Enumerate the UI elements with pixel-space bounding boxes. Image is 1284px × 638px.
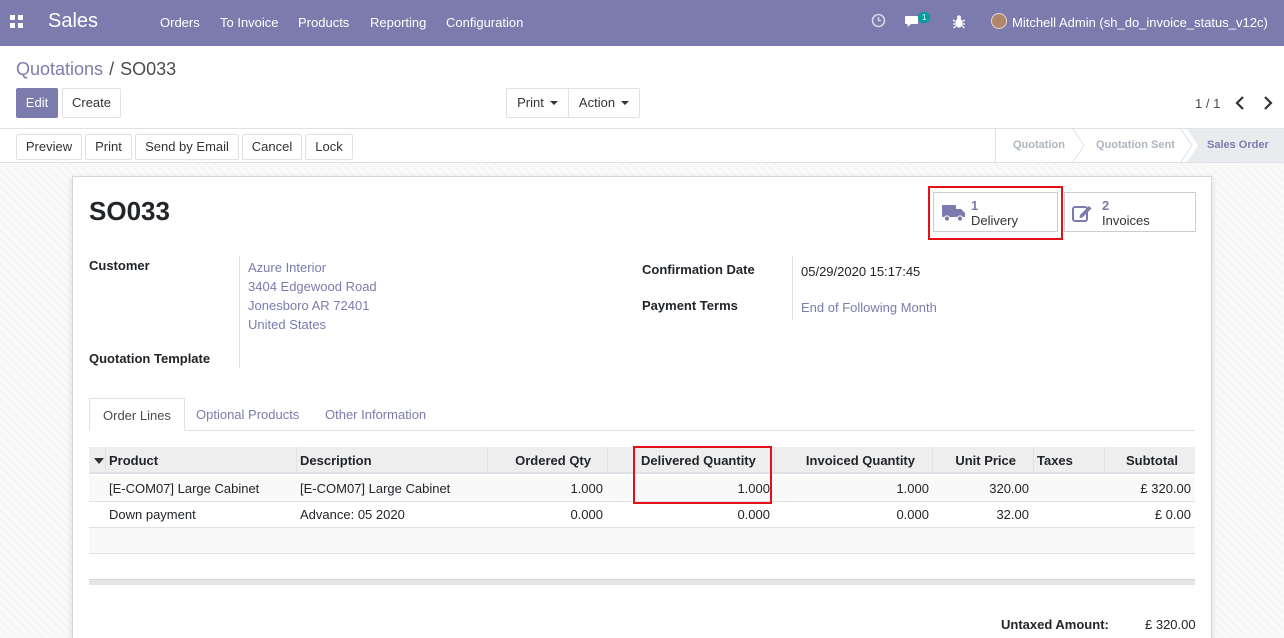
col-subtotal[interactable]: Subtotal xyxy=(1104,447,1178,474)
invoices-smart-button[interactable]: 2 Invoices xyxy=(1064,192,1196,232)
invoices-label: Invoices xyxy=(1102,213,1150,228)
column-separator xyxy=(296,447,297,474)
customer-city[interactable]: Jonesboro AR 72401 xyxy=(248,298,369,313)
confirmation-date-value: 05/29/2020 15:17:45 xyxy=(801,264,921,279)
menu-orders[interactable]: Orders xyxy=(160,15,200,30)
col-taxes[interactable]: Taxes xyxy=(1037,447,1073,474)
cell-delivered-qty: 0.000 xyxy=(737,507,770,522)
chevron-left-icon[interactable] xyxy=(1235,96,1245,110)
table-footer xyxy=(89,579,1195,585)
payment-terms-link[interactable]: End of Following Month xyxy=(801,300,937,315)
field-divider xyxy=(792,256,793,320)
col-product[interactable]: Product xyxy=(109,447,158,474)
bug-icon[interactable] xyxy=(952,14,966,29)
table-row[interactable]: Down payment Advance: 05 2020 0.000 0.00… xyxy=(89,502,1195,528)
cell-description: [E-COM07] Large Cabinet xyxy=(300,481,451,496)
cell-description: Advance: 05 2020 xyxy=(300,507,405,522)
menu-reporting[interactable]: Reporting xyxy=(370,15,426,30)
tab-optional-products[interactable]: Optional Products xyxy=(183,398,312,431)
cell-product: [E-COM07] Large Cabinet xyxy=(109,481,260,496)
cell-product: Down payment xyxy=(109,507,196,522)
status-bar: Preview Print Send by Email Cancel Lock … xyxy=(0,128,1284,163)
send-by-email-button[interactable]: Send by Email xyxy=(135,134,239,160)
table-row-empty xyxy=(89,528,1195,554)
message-count-badge: 1 xyxy=(918,12,931,23)
breadcrumb-separator: / xyxy=(109,59,115,79)
order-title: SO033 xyxy=(89,196,170,226)
apps-icon[interactable] xyxy=(10,15,23,28)
col-description[interactable]: Description xyxy=(300,447,372,474)
cell-ordered-qty: 0.000 xyxy=(570,507,603,522)
cell-unit-price: 320.00 xyxy=(989,481,1029,496)
confirmation-date-label: Confirmation Date xyxy=(642,262,755,277)
customer-country[interactable]: United States xyxy=(248,317,326,332)
pager-value[interactable]: 1 / 1 xyxy=(1195,96,1220,111)
chevron-right-icon[interactable] xyxy=(1263,96,1273,110)
col-unit-price[interactable]: Unit Price xyxy=(932,447,1016,474)
clock-icon[interactable] xyxy=(871,13,886,28)
edit-button[interactable]: Edit xyxy=(16,88,58,118)
user-menu[interactable]: Mitchell Admin (sh_do_invoice_status_v12… xyxy=(1012,15,1268,30)
top-navbar: Sales Orders To Invoice Products Reporti… xyxy=(0,0,1284,46)
print-dropdown[interactable]: Print xyxy=(506,88,569,118)
breadcrumb-quotations[interactable]: Quotations xyxy=(16,59,103,79)
avatar[interactable] xyxy=(991,13,1007,29)
menu-to-invoice[interactable]: To Invoice xyxy=(220,15,279,30)
menu-products[interactable]: Products xyxy=(298,15,349,30)
column-separator xyxy=(105,447,106,474)
tab-other-information[interactable]: Other Information xyxy=(312,398,439,431)
caret-down-icon[interactable] xyxy=(94,458,104,464)
chevron-down-icon xyxy=(549,100,558,105)
tab-order-lines[interactable]: Order Lines xyxy=(89,398,185,431)
customer-name-link[interactable]: Azure Interior xyxy=(248,260,326,275)
action-dropdown-label: Action xyxy=(578,95,616,110)
untaxed-amount-value: £ 320.00 xyxy=(1145,617,1196,632)
col-ordered-qty[interactable]: Ordered Qty xyxy=(487,447,591,474)
cell-unit-price: 32.00 xyxy=(996,507,1029,522)
stage-bar: Quotation Quotation Sent Sales Order xyxy=(995,129,1284,162)
highlight-box-delivered-quantity xyxy=(633,446,772,504)
cancel-button[interactable]: Cancel xyxy=(242,134,302,160)
lock-button[interactable]: Lock xyxy=(305,134,353,160)
field-divider xyxy=(239,256,240,368)
edit-icon xyxy=(1072,206,1092,222)
untaxed-amount-label: Untaxed Amount: xyxy=(1001,617,1109,632)
breadcrumb: Quotations / SO033 xyxy=(16,59,176,80)
invoices-count: 2 xyxy=(1102,198,1110,213)
customer-street[interactable]: 3404 Edgewood Road xyxy=(248,279,377,294)
highlight-box-delivery xyxy=(928,186,1063,240)
menu-configuration[interactable]: Configuration xyxy=(446,15,523,30)
cell-subtotal: £ 320.00 xyxy=(1140,481,1191,496)
print-dropdown-label: Print xyxy=(517,95,544,110)
payment-terms-label: Payment Terms xyxy=(642,298,738,313)
col-invoiced-quantity[interactable]: Invoiced Quantity xyxy=(774,447,915,474)
column-separator xyxy=(607,447,608,474)
cell-invoiced-qty: 1.000 xyxy=(896,481,929,496)
cell-subtotal: £ 0.00 xyxy=(1154,507,1191,522)
column-separator xyxy=(1033,447,1034,474)
action-dropdown[interactable]: Action xyxy=(568,88,640,118)
stage-sales-order[interactable]: Sales Order xyxy=(1207,129,1269,162)
cell-ordered-qty: 1.000 xyxy=(570,481,603,496)
stage-quotation[interactable]: Quotation xyxy=(1013,129,1065,162)
print-button[interactable]: Print xyxy=(85,134,132,160)
chevron-down-icon xyxy=(621,100,630,105)
breadcrumb-current: SO033 xyxy=(120,59,177,79)
app-name[interactable]: Sales xyxy=(48,10,98,33)
cell-invoiced-qty: 0.000 xyxy=(896,507,929,522)
preview-button[interactable]: Preview xyxy=(16,134,82,160)
quotation-template-label: Quotation Template xyxy=(89,351,211,366)
create-button[interactable]: Create xyxy=(62,88,121,118)
customer-label: Customer xyxy=(89,258,150,273)
stage-quotation-sent[interactable]: Quotation Sent xyxy=(1096,129,1175,162)
